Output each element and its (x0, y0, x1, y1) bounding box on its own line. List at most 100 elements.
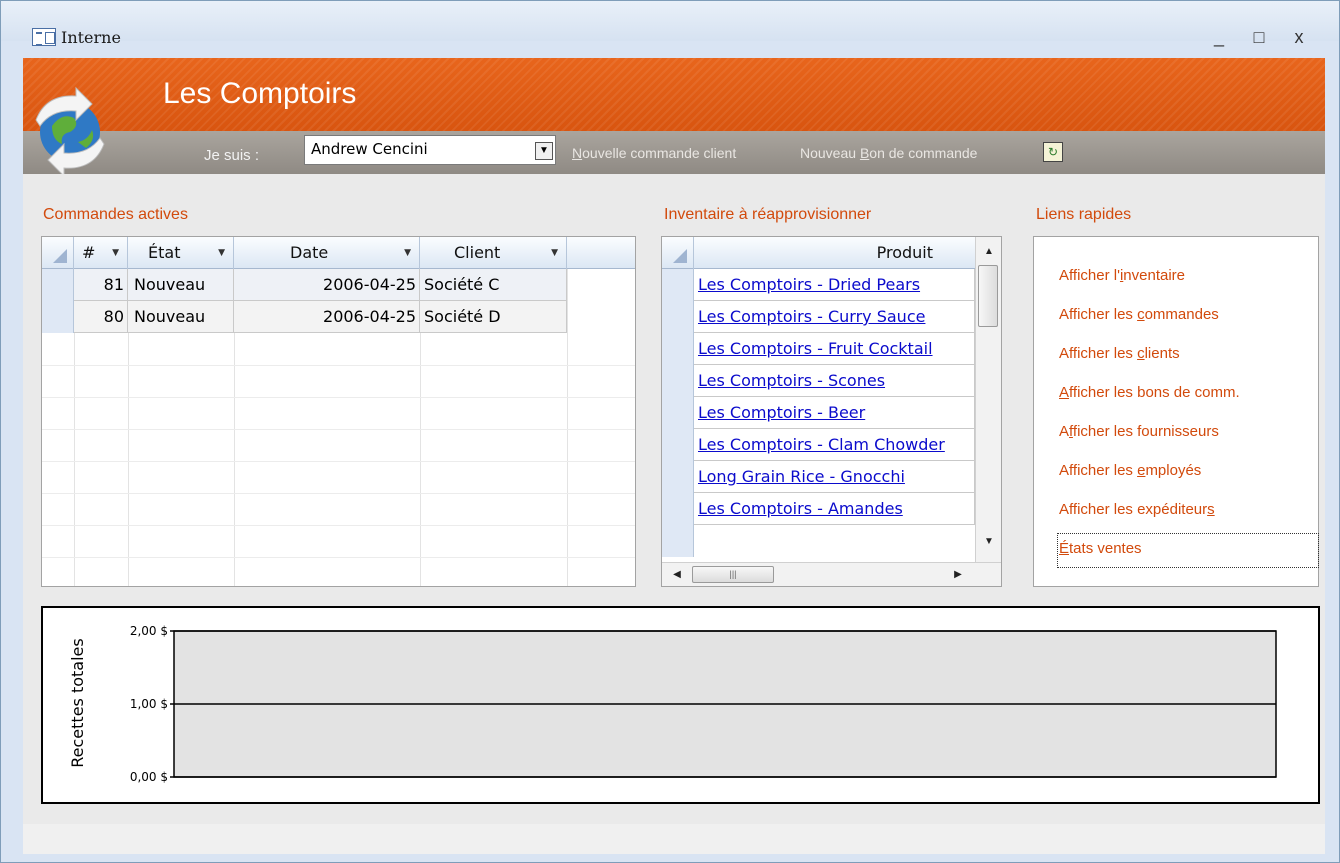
order-client: Société C (420, 269, 567, 301)
status-strip (23, 824, 1325, 854)
inventory-grid[interactable]: Produit Les Comptoirs - Dried Pears Les … (661, 236, 1002, 587)
new-purchase-order-link[interactable]: Nouveau Bon de commande (800, 145, 977, 161)
minimize-button[interactable]: _ (1199, 23, 1239, 51)
row-selector[interactable] (662, 493, 694, 525)
show-customers-link[interactable]: Afficher les clients (1059, 345, 1180, 362)
select-all-corner[interactable] (662, 237, 694, 269)
row-selector[interactable] (662, 269, 694, 301)
col-header-date[interactable]: Date ▼ (234, 237, 420, 269)
table-row[interactable]: Les Comptoirs - Clam Chowder (662, 429, 975, 461)
grid-line (42, 429, 635, 430)
order-state: Nouveau (128, 269, 234, 301)
product-link[interactable]: Les Comptoirs - Dried Pears (694, 269, 975, 301)
orders-section-title: Commandes actives (43, 206, 188, 223)
new-customer-order-link[interactable]: Nouvelle commande client (572, 145, 736, 161)
col-header-produit[interactable]: Produit (694, 237, 975, 269)
user-combobox-value: Andrew Cencini (311, 140, 428, 158)
product-link[interactable]: Les Comptoirs - Curry Sauce (694, 301, 975, 333)
row-selector[interactable] (662, 461, 694, 493)
sort-arrow-icon[interactable]: ▼ (112, 237, 119, 269)
table-row-partial[interactable] (662, 525, 975, 557)
grid-line (74, 333, 75, 586)
globe-logo-icon (35, 86, 105, 174)
user-combobox[interactable]: Andrew Cencini ▼ (304, 135, 556, 165)
window-title: Interne (61, 28, 121, 47)
show-inventory-link[interactable]: Afficher l'inventaire (1059, 267, 1185, 284)
row-selector[interactable] (662, 397, 694, 429)
maximize-button[interactable]: □ (1239, 23, 1279, 51)
grid-line (42, 397, 635, 398)
sales-reports-link[interactable]: États ventes (1059, 540, 1142, 557)
col-header-number[interactable]: # ▼ (74, 237, 128, 269)
select-all-corner[interactable] (42, 237, 74, 269)
orders-grid-header: # ▼ État ▼ Date ▼ Client ▼ (42, 237, 635, 269)
product-link[interactable]: Long Grain Rice - Gnocchi (694, 461, 975, 493)
table-row[interactable]: 81 Nouveau 2006-04-25 Société C (42, 269, 567, 301)
scroll-left-icon[interactable]: ◀ (666, 564, 688, 586)
scroll-up-icon[interactable]: ▲ (978, 241, 1000, 263)
row-selector[interactable] (42, 301, 74, 333)
sort-arrow-icon[interactable]: ▼ (218, 237, 225, 269)
scroll-right-icon[interactable]: ▶ (947, 564, 969, 586)
form-header: Les Comptoirs Je suis : Andrew Cencini ▼… (23, 58, 1325, 174)
order-number: 80 (74, 301, 128, 333)
grid-line (128, 333, 129, 586)
active-orders-grid[interactable]: # ▼ État ▼ Date ▼ Client ▼ 81 Nouveau 2006-0… (41, 236, 636, 587)
close-button[interactable]: x (1279, 23, 1319, 51)
grid-line (42, 493, 635, 494)
grid-line (567, 269, 568, 586)
row-selector[interactable] (662, 429, 694, 461)
table-row[interactable]: Les Comptoirs - Beer (662, 397, 975, 429)
app-title: Les Comptoirs (163, 77, 357, 110)
product-link[interactable]: Les Comptoirs - Beer (694, 397, 975, 429)
product-link[interactable]: Les Comptoirs - Clam Chowder (694, 429, 975, 461)
grid-line (42, 557, 635, 558)
sort-arrow-icon[interactable]: ▼ (551, 237, 558, 269)
row-selector[interactable] (42, 269, 74, 301)
show-purchase-orders-link[interactable]: Afficher les bons de comm. (1059, 384, 1240, 401)
table-row[interactable]: Les Comptoirs - Scones (662, 365, 975, 397)
sort-arrow-icon[interactable]: ▼ (404, 237, 411, 269)
grid-line (42, 525, 635, 526)
revenue-chart-frame: Recettes totales 0,00 $ 1,00 $ 2,00 $ (41, 606, 1320, 804)
show-employees-link[interactable]: Afficher les employés (1059, 462, 1201, 479)
vertical-scrollbar[interactable]: ▲ ▼ (975, 237, 1001, 562)
show-suppliers-link[interactable]: Afficher les fournisseurs (1059, 423, 1219, 440)
form-body: Les Comptoirs Je suis : Andrew Cencini ▼… (23, 58, 1325, 854)
product-link[interactable]: Les Comptoirs - Scones (694, 365, 975, 397)
table-row[interactable]: Les Comptoirs - Fruit Cocktail (662, 333, 975, 365)
y-tick-label: 2,00 $ (130, 624, 168, 638)
grid-line (42, 365, 635, 366)
revenue-chart: Recettes totales 0,00 $ 1,00 $ 2,00 $ (68, 624, 1277, 784)
table-row[interactable]: Les Comptoirs - Curry Sauce (662, 301, 975, 333)
col-header-client[interactable]: Client ▼ (420, 237, 567, 269)
show-shippers-link[interactable]: Afficher les expéditeurs (1059, 501, 1215, 518)
y-tick-label: 1,00 $ (130, 697, 168, 711)
inventory-section-title: Inventaire à réapprovisionner (664, 206, 872, 223)
product-link[interactable]: Les Comptoirs - Fruit Cocktail (694, 333, 975, 365)
table-row[interactable]: Les Comptoirs - Amandes (662, 493, 975, 525)
table-row[interactable]: Long Grain Rice - Gnocchi (662, 461, 975, 493)
horizontal-scrollbar[interactable]: ◀ ||| ▶ (662, 562, 1001, 586)
scroll-thumb[interactable]: ||| (692, 566, 774, 583)
table-row[interactable]: Les Comptoirs - Dried Pears (662, 269, 975, 301)
user-label: Je suis : (204, 147, 260, 164)
product-link[interactable]: Les Comptoirs - Amandes (694, 493, 975, 525)
show-orders-link[interactable]: Afficher les commandes (1059, 306, 1219, 323)
title-bar: Interne _ □ x (1, 1, 1339, 47)
scroll-down-icon[interactable]: ▼ (978, 531, 1000, 553)
scroll-thumb[interactable] (978, 265, 998, 327)
col-header-etat[interactable]: État ▼ (128, 237, 234, 269)
grid-line (420, 333, 421, 586)
order-state: Nouveau (128, 301, 234, 333)
inventory-grid-header: Produit (662, 237, 975, 269)
order-date: 2006-04-25 (234, 269, 420, 301)
refresh-icon[interactable]: ↻ (1043, 142, 1063, 162)
row-selector[interactable] (662, 333, 694, 365)
row-selector[interactable] (662, 301, 694, 333)
dropdown-arrow-icon[interactable]: ▼ (535, 142, 553, 160)
row-selector[interactable] (662, 365, 694, 397)
order-date: 2006-04-25 (234, 301, 420, 333)
table-row[interactable]: 80 Nouveau 2006-04-25 Société D (42, 301, 567, 333)
row-selector[interactable] (662, 525, 694, 557)
